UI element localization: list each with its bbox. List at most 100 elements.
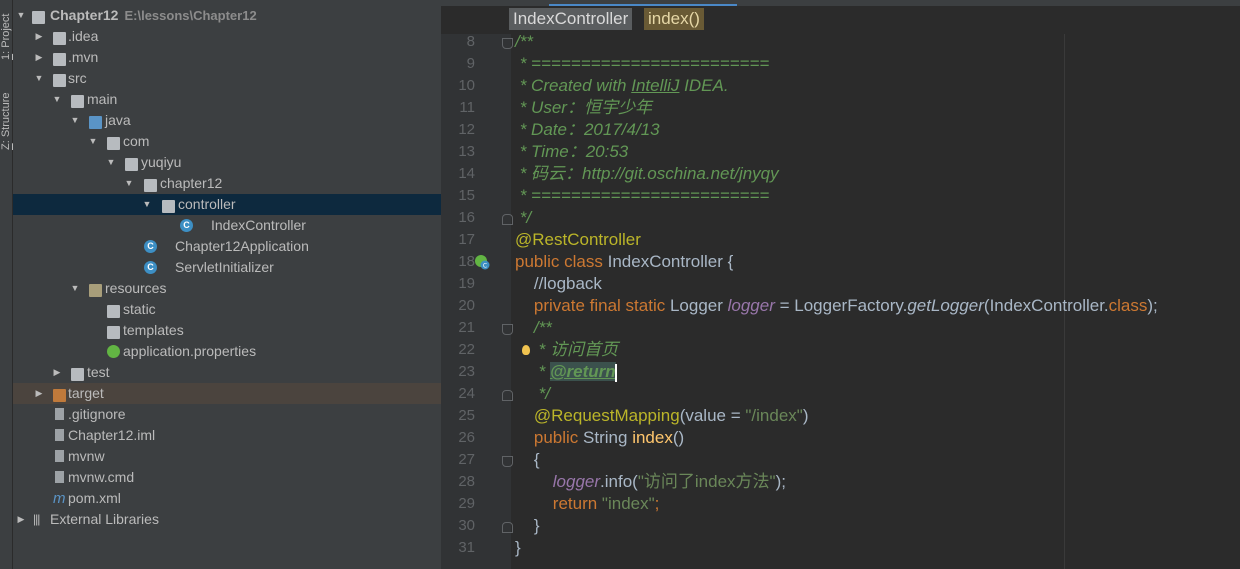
tree-item-gitignore[interactable]: .gitignore xyxy=(13,404,441,425)
code-token: "/index" xyxy=(745,406,803,425)
tree-item-test[interactable]: ▶ test xyxy=(13,362,441,383)
project-tool-tab[interactable]: 1: Project xyxy=(0,0,13,60)
line-number: 12 xyxy=(458,121,475,138)
tree-item-chapter12-iml[interactable]: Chapter12.iml xyxy=(13,425,441,446)
code-line[interactable]: } xyxy=(515,515,540,537)
editor-gutter: 8 9 10 11 12 13 14 15 16 17 18 19 20 21 … xyxy=(441,33,513,569)
tree-item-templates[interactable]: templates xyxy=(13,320,441,341)
expand-arrow-icon[interactable]: ▼ xyxy=(33,68,45,89)
line-number: 25 xyxy=(458,407,475,424)
code-line[interactable]: */ xyxy=(515,383,550,405)
expand-arrow-icon[interactable]: ▼ xyxy=(15,5,27,26)
breadcrumb-class[interactable]: IndexController xyxy=(509,8,633,30)
code-line[interactable]: } xyxy=(515,537,521,559)
code-line[interactable]: * Created with IntelliJ IDEA. xyxy=(515,75,729,97)
tree-item-label: External Libraries xyxy=(50,511,159,527)
line-number: 29 xyxy=(458,495,475,512)
code-line[interactable]: /** xyxy=(515,31,533,53)
fold-marker-icon[interactable] xyxy=(502,214,513,225)
code-line[interactable]: return "index"; xyxy=(515,493,660,515)
tree-item-indexcontroller[interactable]: C IndexController xyxy=(13,215,441,236)
collapse-arrow-icon[interactable]: ▶ xyxy=(33,26,45,47)
code-line[interactable]: * Time：20:53 xyxy=(515,141,629,163)
tree-item-servletinitializer[interactable]: C ServletInitializer xyxy=(13,257,441,278)
code-line[interactable]: @RequestMapping(value = "/index") xyxy=(515,405,809,427)
line-number: 10 xyxy=(458,77,475,94)
expand-arrow-icon[interactable]: ▼ xyxy=(87,131,99,152)
fold-marker-icon[interactable] xyxy=(502,522,513,533)
expand-arrow-icon[interactable]: ▼ xyxy=(69,278,81,299)
tree-item-label: controller xyxy=(178,196,236,212)
code-token: logger xyxy=(727,296,775,315)
code-line[interactable]: * 访问首页 xyxy=(515,339,618,361)
code-line[interactable]: * @return xyxy=(515,361,617,383)
code-line[interactable]: private final static Logger logger = Log… xyxy=(515,295,1158,317)
tree-item-chapter12application[interactable]: C Chapter12Application xyxy=(13,236,441,257)
tree-item-yuqiyu[interactable]: ▼ yuqiyu xyxy=(13,152,441,173)
code-token: return xyxy=(515,494,602,513)
expand-arrow-icon[interactable]: ▼ xyxy=(51,89,63,110)
run-bar xyxy=(13,560,441,569)
collapse-arrow-icon[interactable]: ▶ xyxy=(33,47,45,68)
resources-folder-icon xyxy=(89,284,102,297)
line-number: 17 xyxy=(458,231,475,248)
expand-arrow-icon[interactable]: ▼ xyxy=(69,110,81,131)
code-line[interactable]: @RestController xyxy=(515,229,641,251)
tree-item-src[interactable]: ▼ src xyxy=(13,68,441,89)
fold-marker-icon[interactable] xyxy=(502,38,513,49)
svg-text:C: C xyxy=(483,263,487,270)
tree-item-pom-xml[interactable]: m pom.xml xyxy=(13,488,441,509)
tree-item-application-properties[interactable]: application.properties xyxy=(13,341,441,362)
tree-item-com[interactable]: ▼ com xyxy=(13,131,441,152)
collapse-arrow-icon[interactable]: ▶ xyxy=(51,362,63,383)
expand-arrow-icon[interactable]: ▼ xyxy=(123,173,135,194)
tree-item-label: test xyxy=(87,364,110,380)
tree-item-mvnw[interactable]: mvnw xyxy=(13,446,441,467)
line-number: 28 xyxy=(458,473,475,490)
code-token: IndexController { xyxy=(607,252,734,271)
code-line[interactable]: /** xyxy=(515,317,552,339)
fold-marker-icon[interactable] xyxy=(502,456,513,467)
tree-item-resources[interactable]: ▼ resources xyxy=(13,278,441,299)
code-line[interactable]: public class IndexController { xyxy=(515,251,733,273)
code-line[interactable]: * Date：2017/4/13 xyxy=(515,119,660,141)
tree-item-chapter12-package[interactable]: ▼ chapter12 xyxy=(13,173,441,194)
package-icon xyxy=(144,179,157,192)
tree-item-static[interactable]: static xyxy=(13,299,441,320)
tree-item-label: application.properties xyxy=(123,343,257,359)
tree-item-main[interactable]: ▼ main xyxy=(13,89,441,110)
folder-icon xyxy=(107,305,120,318)
breadcrumb-method[interactable]: index() xyxy=(644,8,704,30)
code-line[interactable]: { xyxy=(515,449,540,471)
expand-arrow-icon[interactable]: ▼ xyxy=(141,194,153,215)
code-line[interactable]: logger.info("访问了index方法"); xyxy=(515,471,786,493)
fold-marker-icon[interactable] xyxy=(502,390,513,401)
code-line[interactable]: * ======================== xyxy=(515,185,770,207)
tree-item-mvnw-cmd[interactable]: mvnw.cmd xyxy=(13,467,441,488)
code-line[interactable]: */ xyxy=(515,207,531,229)
expand-arrow-icon[interactable]: ▼ xyxy=(105,152,117,173)
code-line[interactable]: * ======================== xyxy=(515,53,770,75)
tree-item-external-libraries[interactable]: ▶ ||| External Libraries xyxy=(13,509,441,530)
java-class-icon: C xyxy=(144,261,157,274)
tree-item-mvn[interactable]: ▶ .mvn xyxy=(13,47,441,68)
tree-item-chapter12-root[interactable]: ▼ Chapter12 E:\lessons\Chapter12 xyxy=(13,5,441,26)
line-number: 18 xyxy=(458,253,475,270)
tree-item-java[interactable]: ▼ java xyxy=(13,110,441,131)
tree-item-label: target xyxy=(68,385,104,401)
collapse-arrow-icon[interactable]: ▶ xyxy=(15,509,27,530)
code-line[interactable]: public String index() xyxy=(515,427,684,449)
collapse-arrow-icon[interactable]: ▶ xyxy=(33,383,45,404)
fold-marker-icon[interactable] xyxy=(502,324,513,335)
tree-item-target[interactable]: ▶ target xyxy=(13,383,441,404)
run-spring-class-icon[interactable]: C xyxy=(474,254,490,270)
line-number: 13 xyxy=(458,143,475,160)
code-token: IDEA. xyxy=(679,76,729,95)
maven-file-icon: m xyxy=(53,490,66,507)
structure-tool-tab[interactable]: Z: Structure xyxy=(0,70,13,150)
code-line[interactable]: * User：恒宇少年 xyxy=(515,97,652,119)
tree-item-controller[interactable]: ▼ controller xyxy=(13,194,441,215)
code-line[interactable]: * 码云：http://git.oschina.net/jnyqy xyxy=(515,163,779,185)
tree-item-idea[interactable]: ▶ .idea xyxy=(13,26,441,47)
code-line[interactable]: //logback xyxy=(515,273,602,295)
